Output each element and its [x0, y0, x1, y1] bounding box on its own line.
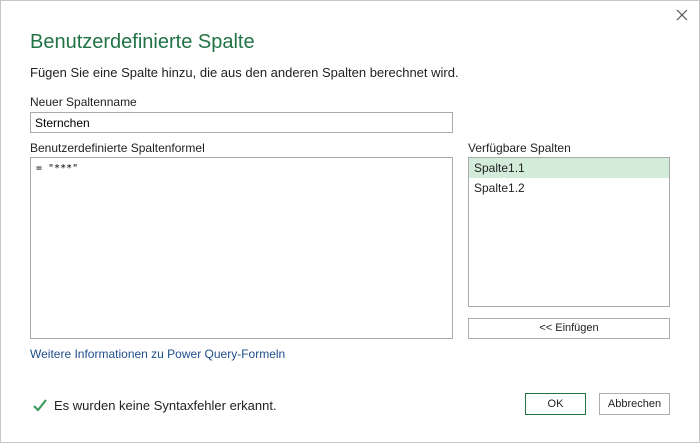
cancel-button[interactable]: Abbrechen [599, 393, 670, 415]
column-name-input[interactable] [30, 112, 453, 133]
close-icon[interactable] [674, 7, 690, 23]
column-name-label: Neuer Spaltenname [30, 95, 137, 109]
available-columns-label: Verfügbare Spalten [468, 141, 571, 155]
formula-label: Benutzerdefinierte Spaltenformel [30, 141, 205, 155]
dialog-subtitle: Fügen Sie eine Spalte hinzu, die aus den… [30, 65, 459, 80]
syntax-status: Es wurden keine Syntaxfehler erkannt. [32, 397, 277, 413]
help-link[interactable]: Weitere Informationen zu Power Query-For… [30, 347, 285, 361]
list-item-spalte1-2[interactable]: Spalte1.2 [469, 178, 669, 198]
status-text: Es wurden keine Syntaxfehler erkannt. [54, 397, 277, 413]
insert-button[interactable]: << Einfügen [468, 318, 670, 339]
formula-editor[interactable]: = "***" [30, 157, 453, 339]
dialog-title: Benutzerdefinierte Spalte [30, 31, 255, 53]
check-icon [33, 399, 47, 412]
custom-column-dialog: Benutzerdefinierte Spalte Fügen Sie eine… [0, 0, 700, 443]
ok-button[interactable]: OK [525, 393, 586, 415]
list-item-spalte1-1[interactable]: Spalte1.1 [469, 158, 669, 178]
available-columns-list[interactable]: Spalte1.1 Spalte1.2 [468, 157, 670, 307]
